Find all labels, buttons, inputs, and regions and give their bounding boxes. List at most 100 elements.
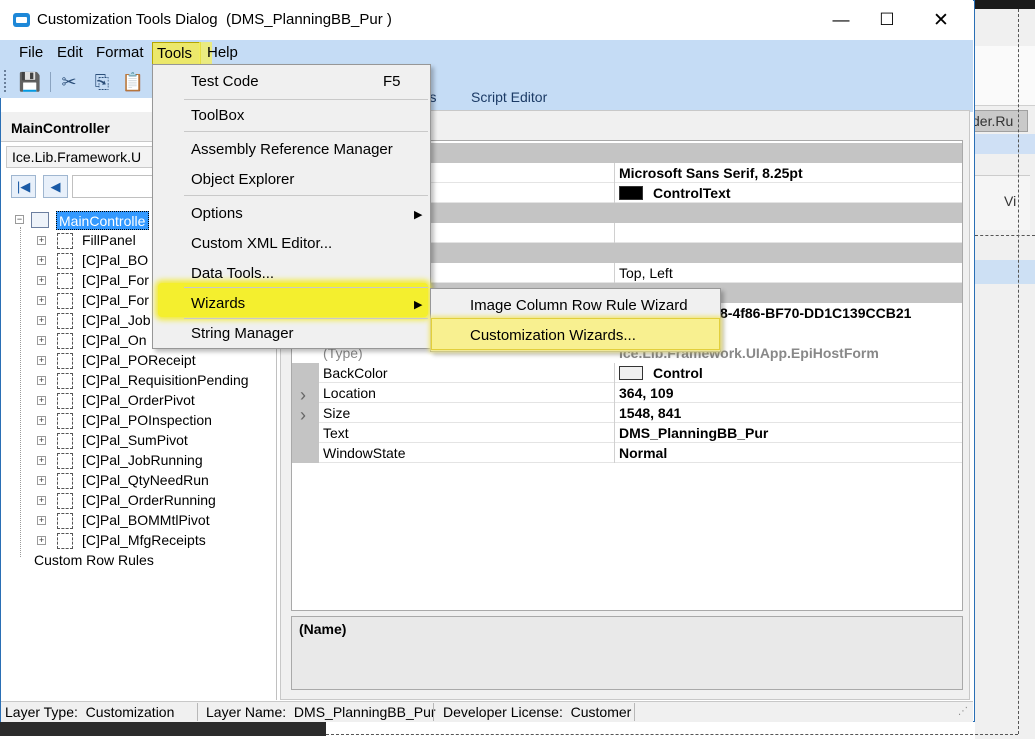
menu-item-test-code[interactable]: Test Code <box>191 73 259 90</box>
panel-icon <box>57 413 73 429</box>
grid-divider <box>614 363 615 383</box>
grid-property-name[interactable]: Size <box>323 405 350 421</box>
menu-item-string-manager[interactable]: String Manager <box>191 325 294 342</box>
menu-item-wizards[interactable]: Wizards <box>191 295 245 312</box>
close-button[interactable]: ✕ <box>918 0 964 40</box>
panel-icon <box>57 373 73 389</box>
background-dashed-border-bottom <box>326 734 1018 735</box>
menu-item-image-column-row-rule-wizard[interactable]: Image Column Row Rule Wizard <box>470 297 688 314</box>
menu-item-custom-xml-editor[interactable]: Custom XML Editor... <box>191 235 332 252</box>
tree-node[interactable]: [C]Pal_MfgReceipts <box>82 532 206 548</box>
grid-value-font[interactable]: Microsoft Sans Serif, 8.25pt <box>619 165 803 181</box>
tree-root-node[interactable]: MainControlle <box>56 211 150 230</box>
tree-node[interactable]: [C]Pal_For <box>82 292 149 308</box>
tree-expand-icon[interactable]: + <box>37 296 46 305</box>
tree-expand-icon[interactable]: + <box>37 316 46 325</box>
status-separator <box>197 703 198 721</box>
tree-collapse-icon[interactable]: − <box>15 215 24 224</box>
grid-property-value[interactable]: Control <box>619 365 703 381</box>
grid-divider <box>614 443 615 463</box>
menu-item-object-explorer[interactable]: Object Explorer <box>191 171 294 188</box>
tree-expand-icon[interactable]: + <box>37 516 46 525</box>
tree-node[interactable]: [C]Pal_SumPivot <box>82 432 188 448</box>
menu-item-customization-wizards[interactable]: Customization Wizards... <box>470 327 636 344</box>
tree-expand-icon[interactable]: + <box>37 476 46 485</box>
grid-property-value[interactable]: 1548, 841 <box>619 405 681 421</box>
tree-node[interactable]: [C]Pal_BO <box>82 252 148 268</box>
maximize-button[interactable]: ☐ <box>864 0 910 40</box>
menu-item-assembly-reference-manager[interactable]: Assembly Reference Manager <box>191 141 393 158</box>
tree-node-custom-row-rules[interactable]: Custom Row Rules <box>34 552 154 568</box>
minimize-button[interactable]: — <box>818 0 864 40</box>
tree-expand-icon[interactable]: + <box>37 276 46 285</box>
nav-prev-button[interactable]: ◀ <box>43 175 68 198</box>
menu-format[interactable]: Format <box>96 44 144 61</box>
tree-node[interactable]: [C]Pal_POInspection <box>82 412 212 428</box>
grid-property-name[interactable]: WindowState <box>323 445 405 461</box>
tree-expand-icon[interactable]: + <box>37 336 46 345</box>
tree-node[interactable]: [C]Pal_POReceipt <box>82 352 196 368</box>
background-toolbar <box>975 46 1035 106</box>
menu-item-toolbox[interactable]: ToolBox <box>191 107 244 124</box>
description-box <box>291 616 963 690</box>
taskbar-strip <box>0 722 326 736</box>
nav-first-button[interactable]: |◀ <box>11 175 36 198</box>
tree-node[interactable]: FillPanel <box>82 232 136 248</box>
menu-help[interactable]: Help <box>207 44 238 61</box>
tree-node[interactable]: [C]Pal_OrderRunning <box>82 492 216 508</box>
grid-property-name[interactable]: Text <box>323 425 349 441</box>
tree-expand-icon[interactable]: + <box>37 356 46 365</box>
submenu-arrow-icon: ▶ <box>414 299 423 311</box>
status-separator <box>433 703 434 721</box>
tree-expand-icon[interactable]: + <box>37 456 46 465</box>
grid-property-value[interactable]: DMS_PlanningBB_Pur <box>619 425 768 441</box>
tree-node[interactable]: [C]Pal_For <box>82 272 149 288</box>
tree-expand-icon[interactable]: + <box>37 256 46 265</box>
grid-value-forecolor[interactable]: ControlText <box>619 185 731 201</box>
menu-separator <box>184 195 428 196</box>
grid-property-value[interactable]: 364, 109 <box>619 385 674 401</box>
menu-item-options[interactable]: Options <box>191 205 243 222</box>
tree-node[interactable]: [C]Pal_QtyNeedRun <box>82 472 209 488</box>
tree-expand-icon[interactable]: + <box>37 536 46 545</box>
menu-separator <box>184 99 428 100</box>
menu-bar <box>0 40 973 65</box>
status-separator <box>634 703 635 721</box>
resize-grip-icon[interactable]: ⋰ <box>958 706 968 717</box>
background-button[interactable] <box>975 175 1030 230</box>
tree-expand-icon[interactable]: + <box>37 436 46 445</box>
grid-property-value[interactable]: Normal <box>619 445 667 461</box>
tree-node[interactable]: [C]Pal_Job <box>82 312 150 328</box>
grid-divider <box>614 183 615 203</box>
color-swatch <box>619 186 643 200</box>
background-tab[interactable]: der.Ru <box>968 110 1028 132</box>
panel-icon <box>57 493 73 509</box>
grid-property-name[interactable]: Location <box>323 385 376 401</box>
menu-tools[interactable]: Tools <box>152 42 201 65</box>
cut-icon[interactable]: ✂ <box>58 71 80 93</box>
menu-edit[interactable]: Edit <box>57 44 83 61</box>
tree-expand-icon[interactable]: + <box>37 236 46 245</box>
grid-value-guid[interactable]: 8-4f86-BF70-DD1C139CCB21 <box>720 305 911 321</box>
panel-icon <box>57 453 73 469</box>
tree-expand-icon[interactable]: + <box>37 496 46 505</box>
menu-file[interactable]: File <box>19 44 43 61</box>
grid-divider <box>614 383 615 403</box>
tab-script-editor[interactable]: Script Editor <box>471 89 547 105</box>
copy-icon[interactable]: ⎘ <box>91 71 113 93</box>
menu-item-data-tools[interactable]: Data Tools... <box>191 265 274 282</box>
tree-expand-icon[interactable]: + <box>37 396 46 405</box>
tree-node[interactable]: [C]Pal_OrderPivot <box>82 392 195 408</box>
tree-node[interactable]: [C]Pal_On <box>82 332 147 348</box>
paste-icon[interactable]: 📋 <box>122 71 144 93</box>
tree-node[interactable]: [C]Pal_BOMMtlPivot <box>82 512 210 528</box>
tree-node[interactable]: [C]Pal_JobRunning <box>82 452 203 468</box>
save-icon[interactable]: 💾 <box>19 71 41 93</box>
grid-property-name[interactable]: BackColor <box>323 365 388 381</box>
panel-icon <box>57 393 73 409</box>
tree-expand-icon[interactable]: + <box>37 376 46 385</box>
grid-value-anchor[interactable]: Top, Left <box>619 265 673 281</box>
tree-node[interactable]: [C]Pal_RequisitionPending <box>82 372 249 388</box>
toolbar-grip[interactable] <box>4 70 7 92</box>
tree-expand-icon[interactable]: + <box>37 416 46 425</box>
